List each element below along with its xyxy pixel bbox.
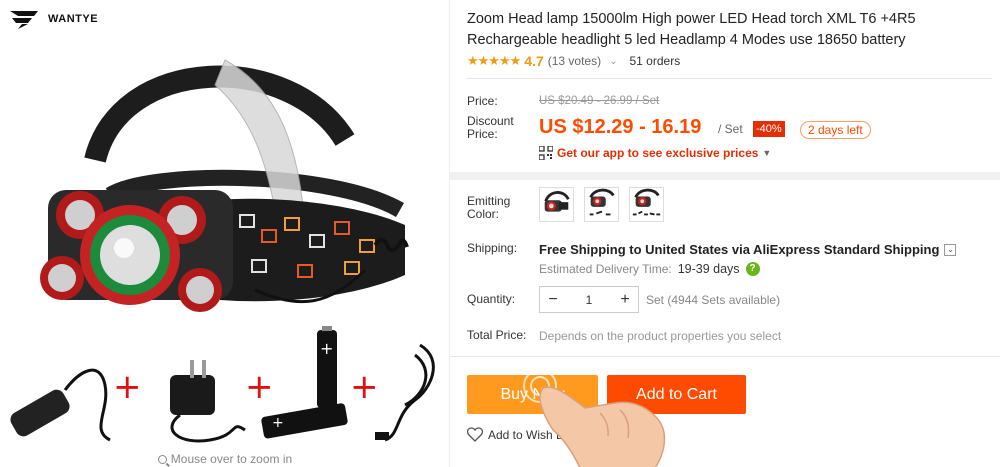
stock-available: Set (4944 Sets available)	[646, 293, 781, 307]
orders-count: 51 orders	[629, 54, 681, 68]
add-to-cart-button[interactable]: Add to Cart	[607, 375, 746, 414]
color-option-3[interactable]	[629, 187, 664, 222]
color-options	[539, 187, 664, 222]
product-gallery: WANTYE + + + + + Mouse over to zoom in	[0, 0, 450, 467]
discount-price: US $12.29 - 16.19	[539, 116, 702, 138]
rating-value: 4.7	[524, 53, 544, 69]
section-gap	[450, 172, 1000, 180]
product-title: Zoom Head lamp 15000lm High power LED He…	[467, 11, 916, 48]
chevron-down-icon[interactable]: ⌄	[609, 56, 617, 67]
product-main-image[interactable]: + + + + +	[0, 30, 450, 450]
product-info-panel: Zoom Head lamp 15000lm High power LED He…	[450, 0, 1000, 467]
zoom-hint: Mouse over to zoom in	[0, 452, 450, 466]
quantity-label: Quantity:	[467, 292, 516, 306]
color-option-1[interactable]	[539, 187, 574, 222]
rating-stars: ★★★★★	[467, 53, 521, 68]
add-to-wishlist-link[interactable]: Add to Wish List	[467, 427, 575, 442]
svg-text:+: +	[272, 415, 284, 431]
total-price-label: Total Price:	[467, 328, 527, 342]
brand-logo: WANTYE	[8, 8, 98, 30]
svg-text:+: +	[113, 367, 142, 407]
total-price-note: Depends on the product properties you se…	[539, 329, 782, 343]
caret-down-icon: ▼	[762, 148, 772, 158]
divider	[450, 356, 1000, 357]
brand-name: WANTYE	[48, 13, 99, 25]
shipping-label: Shipping:	[467, 241, 518, 255]
shipping-option[interactable]: Free Shipping to United States via AliEx…	[539, 242, 957, 257]
delivery-label: Estimated Delivery Time:	[539, 262, 672, 276]
emitting-color-label: Emitting Color:	[467, 194, 511, 221]
delivery-days: 19-39 days	[677, 262, 740, 276]
price-label: Price:	[467, 94, 498, 108]
discount-price-label: Discount Price:	[467, 114, 514, 141]
magnifier-icon	[157, 455, 167, 464]
svg-text:+: +	[320, 339, 333, 358]
quantity-increase-button[interactable]: +	[612, 291, 638, 309]
batteries: + +	[261, 326, 348, 439]
days-left-badge: 2 days left	[800, 121, 871, 139]
shipping-text: Free Shipping to United States via AliEx…	[539, 242, 940, 257]
price-unit: / Set	[718, 122, 743, 136]
heart-icon	[467, 427, 483, 442]
original-price: US $20.49 - 26.99 / Set	[539, 95, 660, 107]
svg-text:+: +	[350, 367, 379, 407]
usb-cable	[375, 343, 435, 442]
app-promo-link[interactable]: Get our app to see exclusive prices ▼	[539, 146, 771, 160]
divider	[467, 78, 992, 79]
zoom-hint-text: Mouse over to zoom in	[170, 452, 293, 466]
quantity-input[interactable]: 1	[566, 293, 612, 307]
votes-link[interactable]: (13 votes)	[548, 54, 601, 68]
help-icon[interactable]: ?	[745, 262, 760, 276]
delivery-estimate: Estimated Delivery Time: 19-39 days ?	[539, 262, 760, 276]
quantity-stepper: − 1 +	[539, 286, 639, 313]
brand-mark-icon	[10, 11, 38, 29]
rating-row: ★★★★★ 4.7 (13 votes) ⌄ 51 orders	[467, 53, 680, 69]
wall-charger	[170, 360, 246, 443]
color-option-2[interactable]	[584, 187, 619, 222]
car-charger	[10, 368, 111, 442]
discount-badge: -40%	[753, 121, 785, 137]
qr-code-icon	[539, 146, 553, 160]
app-promo-text: Get our app to see exclusive prices	[557, 146, 759, 160]
buy-now-button[interactable]: Buy Now	[467, 375, 598, 414]
svg-text:+: +	[245, 367, 274, 407]
wishlist-text: Add to Wish List	[488, 427, 575, 442]
chevron-down-icon[interactable]: ⌄	[944, 243, 957, 256]
quantity-decrease-button[interactable]: −	[540, 291, 566, 309]
